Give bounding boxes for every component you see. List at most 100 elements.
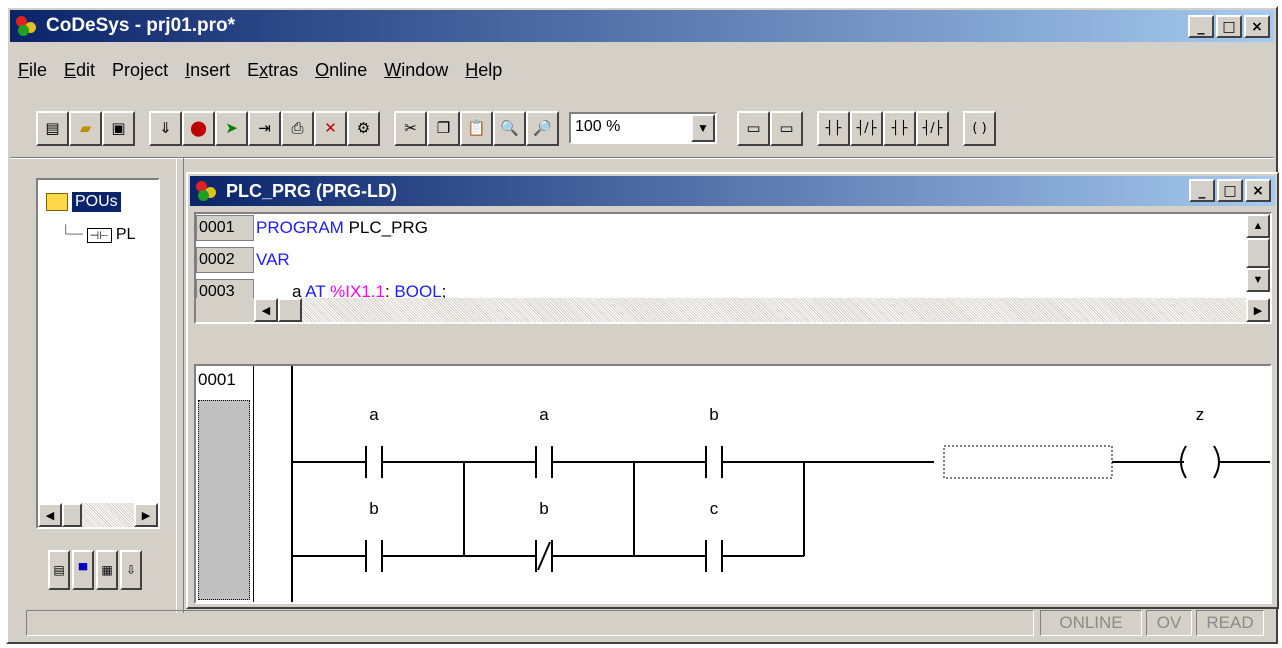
editor-maximize-button[interactable]: □ — [1217, 179, 1243, 202]
zoom-select[interactable]: 100 % ▼ — [569, 112, 717, 144]
print-delete-icon: ✕ — [324, 119, 337, 137]
pou-tree[interactable]: POUs └─ ⊣⊢ PL ◀ ▶ — [36, 178, 160, 529]
decl-code: VAR — [256, 250, 290, 269]
arrow-right-icon: ▶ — [1253, 304, 1263, 317]
arrow-right-icon: ▶ — [141, 509, 151, 522]
decl-code: PROGRAM PLC_PRG — [256, 218, 428, 237]
maximize-button[interactable]: □ — [1216, 15, 1242, 38]
scroll-track[interactable] — [82, 503, 134, 527]
tree-item-label: PL — [115, 226, 136, 243]
menu-item-insert[interactable]: Insert — [185, 60, 230, 81]
contact-c-label: c — [710, 499, 719, 518]
folder-icon — [46, 193, 68, 211]
network-number-column: 0001 — [196, 366, 254, 602]
tree-root-label: POUs — [72, 192, 121, 212]
scroll-right-button[interactable]: ▶ — [1246, 298, 1270, 322]
title-bar[interactable]: CoDeSys - prj01.pro* _ □ × — [10, 10, 1274, 42]
tab-resources[interactable]: ⇩ — [120, 550, 142, 590]
arrow-left-icon: ◀ — [45, 509, 55, 522]
decl-line[interactable]: 0002 VAR — [196, 246, 290, 274]
main-window: CoDeSys - prj01.pro* _ □ × File Edit Proje… — [6, 6, 1279, 644]
decl-scroll-thumb[interactable] — [1246, 238, 1270, 268]
find-next-button[interactable]: 🔎 — [526, 110, 559, 146]
tree-horizontal-scrollbar[interactable]: ◀ ▶ — [38, 503, 158, 527]
scroll-left-button[interactable]: ◀ — [38, 503, 62, 527]
open-button[interactable]: ▰ — [69, 110, 102, 146]
decl-h-scroll-track[interactable] — [302, 298, 1246, 322]
line-number: 0001 — [196, 215, 254, 241]
new-icon: ▤ — [45, 119, 60, 137]
scroll-right-button[interactable]: ▶ — [134, 503, 158, 527]
copy-button[interactable]: ❐ — [427, 110, 460, 146]
scroll-down-button[interactable]: ▼ — [1246, 268, 1270, 292]
coil-z-label: z — [1196, 405, 1205, 424]
menu-item-window[interactable]: Window — [384, 60, 448, 81]
run-button[interactable]: ➤ — [215, 110, 248, 146]
paste-button[interactable]: 📋 — [460, 110, 493, 146]
datatypes-tab-icon: ▀ — [78, 563, 88, 577]
decl-vertical-scrollbar[interactable]: ▲ ▼ — [1246, 214, 1270, 296]
parallel-negated-contact-button[interactable]: ┤/├ — [916, 110, 949, 146]
negated-contact-button[interactable]: ┤/├ — [850, 110, 883, 146]
login-icon: ⇓ — [159, 119, 172, 137]
contact-b-negated-slash — [537, 541, 551, 571]
editor-close-button[interactable]: × — [1245, 179, 1271, 202]
login-button[interactable]: ⇓ — [149, 110, 182, 146]
scroll-left-button[interactable]: ◀ — [254, 298, 278, 322]
tree-root-pous[interactable]: POUs — [46, 192, 121, 212]
tab-pous[interactable]: ▤ — [48, 550, 70, 590]
zoom-dropdown-button[interactable]: ▼ — [691, 114, 715, 142]
contact-icon: ┤├ — [825, 120, 842, 136]
menu-item-edit[interactable]: Edit — [64, 60, 95, 81]
menu-item-online[interactable]: Online — [315, 60, 367, 81]
scroll-thumb[interactable] — [62, 503, 82, 527]
contact-button[interactable]: ┤├ — [817, 110, 850, 146]
stop-icon: ⬤ — [190, 119, 207, 137]
parallel-contact-button[interactable]: ┤├ — [883, 110, 916, 146]
ladder-editor[interactable]: 0001 a a b b b c z — [194, 364, 1272, 604]
cut-button[interactable]: ✂ — [394, 110, 427, 146]
menu-item-extras[interactable]: Extras — [247, 60, 298, 81]
print-icon: ⎙ — [291, 119, 304, 137]
save-button[interactable]: ▣ — [102, 110, 135, 146]
new-button[interactable]: ▤ — [36, 110, 69, 146]
ld-pou-icon: ⊣⊢ — [86, 227, 112, 243]
decl-h-scroll-thumb[interactable] — [278, 298, 302, 322]
network-button[interactable]: ▭ — [737, 110, 770, 146]
status-read: READ — [1196, 610, 1264, 636]
scroll-up-button[interactable]: ▲ — [1246, 214, 1270, 238]
decl-line[interactable]: 0001 PROGRAM PLC_PRG — [196, 214, 428, 242]
tab-visualizations[interactable]: ▦ — [96, 550, 118, 590]
status-bar: ONLINE OV READ — [10, 608, 1274, 640]
find-button[interactable]: 🔍 — [493, 110, 526, 146]
tree-item-plc-prg[interactable]: └─ ⊣⊢ PL — [60, 226, 135, 244]
print-button[interactable]: ⎙ — [281, 110, 314, 146]
menu-item-file[interactable]: File — [18, 60, 47, 81]
stop-button[interactable]: ⬤ — [182, 110, 215, 146]
network-selector[interactable] — [198, 400, 250, 600]
chevron-down-icon: ▼ — [697, 121, 709, 135]
tab-data-types[interactable]: ▀ — [72, 550, 94, 590]
minimize-icon: _ — [1198, 182, 1206, 199]
decl-horizontal-scrollbar[interactable]: ◀ ▶ — [254, 298, 1270, 322]
network-after-button[interactable]: ▭ — [770, 110, 803, 146]
menu-item-help[interactable]: Help — [465, 60, 502, 81]
editor-title-bar[interactable]: PLC_PRG (PRG-LD) _ □ × — [190, 176, 1275, 206]
visualization-tab-icon: ▦ — [101, 563, 113, 577]
print-delete-button[interactable]: ✕ — [314, 110, 347, 146]
minimize-button[interactable]: _ — [1188, 15, 1214, 38]
step-button[interactable]: ⇥ — [248, 110, 281, 146]
close-button[interactable]: × — [1244, 15, 1270, 38]
build-icon: ⚙ — [356, 119, 371, 137]
pane-splitter[interactable] — [176, 158, 184, 613]
editor-minimize-button[interactable]: _ — [1189, 179, 1215, 202]
minimize-icon: _ — [1197, 18, 1205, 35]
coil-button[interactable]: ( ) — [963, 110, 996, 146]
declaration-editor[interactable]: 0001 PROGRAM PLC_PRG 0002 VAR 0003 a AT %IX1.… — [194, 212, 1272, 324]
run-icon: ➤ — [225, 119, 238, 137]
menu-item-project[interactable]: Project — [112, 60, 168, 81]
step-icon: ⇥ — [258, 119, 271, 137]
build-button[interactable]: ⚙ — [347, 110, 380, 146]
line-number: 0002 — [196, 247, 254, 273]
object-organizer: POUs └─ ⊣⊢ PL ◀ ▶ ▤ ▀ ▦ ⇩ — [36, 178, 176, 607]
